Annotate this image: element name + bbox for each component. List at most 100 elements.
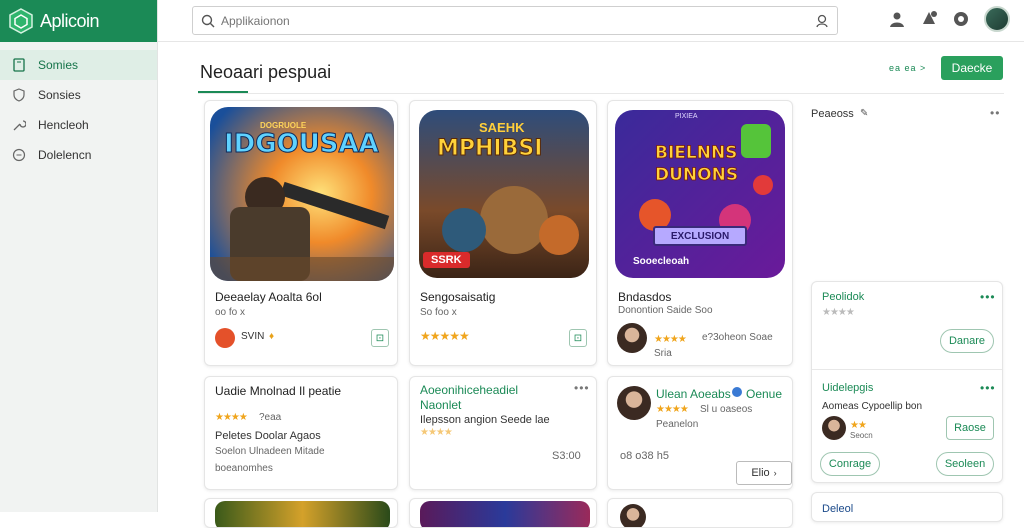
notification-icon[interactable] [920,10,938,28]
right-panel-card: Deleol [811,492,1003,522]
sidebar: Aplicoin Somies Sonsies Hencleoh Dolelen… [0,0,158,512]
developer-avatar [617,323,647,353]
card-title[interactable]: Peolidok [822,291,864,303]
raose-button[interactable]: Raose [946,416,994,440]
card-line: Aomeas Cypoellip bon [822,401,923,412]
shield-icon [13,88,25,102]
app-name: Aplicoin [40,10,100,31]
meta-text: Sria [654,348,672,359]
more-icon[interactable]: ••• [980,290,996,304]
topbar [158,0,1024,42]
more-icon[interactable]: •• [990,106,1000,120]
avatar[interactable] [984,6,1010,32]
app-badge: SVIN [241,331,265,342]
developer-avatar [617,386,651,420]
search-box[interactable] [192,6,838,35]
sidebar-item-sonsies[interactable]: Sonsies [0,80,157,110]
featured-card[interactable] [409,498,597,528]
card-line: Peanelon [656,419,699,430]
card-title[interactable]: Ulean Aoeabs [656,387,731,401]
app-title: Sengosaisatig [420,290,496,304]
rating-text: Seocn [850,431,873,440]
game-art-title: IDGOUSAA [224,129,380,160]
app-subtitle: Donontion Saide Soo [618,305,713,316]
sidebar-item-label: Somies [38,58,79,72]
section-divider [198,93,1004,94]
clock-icon [12,148,26,162]
settings-icon[interactable] [952,10,970,28]
app-title: Deeaelay Aoalta 6ol [215,290,322,304]
chevron-right-icon: › [773,468,777,478]
card-title[interactable]: Deleol [822,503,853,515]
right-panel-card: Peolidok ••• ★★★★ Danare Uidelepgis ••• … [811,281,1003,483]
open-button[interactable]: ⊡ [569,329,587,347]
sidebar-item-hencleoh[interactable]: Hencleoh [0,110,157,140]
developer-avatar [620,504,646,527]
featured-card[interactable]: DOGRUOLE IDGOUSAA Deeaelay Aoalta 6ol oo… [204,100,398,366]
game-art-footer: Sooecleoah [633,256,690,267]
list-card[interactable]: Ulean Aoeabs Oenue ★★★★ Sl u oaseos Pean… [607,376,793,490]
danare-button[interactable]: Danare [940,329,994,353]
app-subtitle: So foo x [420,307,457,318]
game-art: DOGRUOLE IDGOUSAA [210,107,394,281]
game-art-button: EXCLUSION [653,226,747,246]
rating-text: ?eaa [259,412,282,423]
more-icon[interactable]: ••• [574,381,590,395]
elio-button[interactable]: Elio › [736,461,792,485]
sidebar-item-somies[interactable]: Somies [0,50,157,80]
hand-icon: ✎ [860,108,869,119]
list-card[interactable] [607,498,793,528]
list-card[interactable]: Aoeonihiceheadiel Naonlet ••• Ilepsson a… [409,376,597,490]
see-more-link[interactable]: ea ea > [889,63,926,73]
featured-card[interactable] [204,498,398,528]
card-title[interactable]: Aoeonihiceheadiel Naonlet [420,383,540,413]
conrage-button[interactable]: Conrage [820,452,880,476]
rating-stars: ★★★★ [656,404,689,415]
card-title: Uadie Mnolnad Il peatie [215,384,342,398]
app-title: Bndasdos [618,290,672,304]
rating-stars: ★★★★ [215,412,248,423]
game-art [420,501,590,527]
game-art-title: BIELNNS DUNONS [655,143,739,186]
brand[interactable]: Aplicoin [0,0,157,42]
rating-stars: ★★★★ [654,334,687,345]
book-icon [13,58,25,72]
sidebar-item-dolelencn[interactable]: Dolelencn [0,140,157,170]
right-panel-title: Peaeoss [811,108,854,120]
game-art-tag: SSRK [423,252,470,268]
featured-card[interactable]: SAEHK MPHIBSI SSRK Sengosaisatig So foo … [409,100,597,366]
more-icon[interactable]: ••• [980,381,996,395]
card-app-name[interactable]: Oenue [746,387,782,401]
app-logo-icon [9,8,33,34]
sidebar-item-label: Dolelencn [38,148,92,162]
rating-stars: ★★★★★ [420,329,470,343]
sidebar-item-label: Hencleoh [38,118,89,132]
game-art-banner: SAEHK [479,120,525,135]
open-button[interactable]: ⊡ [371,329,389,347]
game-art: SAEHK MPHIBSI SSRK [419,110,589,278]
card-title[interactable]: Uidelepgis [822,382,873,394]
user-search-icon[interactable] [815,14,829,28]
developer-avatar [822,416,846,440]
top-icons [888,6,1010,32]
featured-card[interactable]: PIXIEA BIELNNS DUNONS EXCLUSION Sooecleo… [607,100,793,366]
game-art: PIXIEA BIELNNS DUNONS EXCLUSION Sooecleo… [615,110,785,278]
card-line: Peletes Doolar Agaos [215,430,321,442]
rating-text: e?3oheon Soae [702,332,773,343]
game-art [215,501,390,527]
list-card[interactable]: Uadie Mnolnad Il peatie ★★★★ ?eaa Pelete… [204,376,398,490]
globe-icon [732,387,742,397]
app-badge-icon [215,328,235,348]
meta-text: o8 o38 h5 [620,450,669,462]
seoleen-button[interactable]: Seoleen [936,452,994,476]
rating-text: Sl u oaseos [700,404,753,415]
game-art-banner: PIXIEA [675,113,698,120]
profile-icon[interactable] [888,10,906,28]
page-title: Neoaari pespuai [200,62,332,82]
wrench-icon [13,120,26,131]
price: S3:00 [552,450,581,462]
game-art-title: MPHIBSI [436,136,543,162]
search-input[interactable] [221,13,809,28]
get-button[interactable]: Daecke [941,56,1003,80]
search-icon [201,14,215,27]
